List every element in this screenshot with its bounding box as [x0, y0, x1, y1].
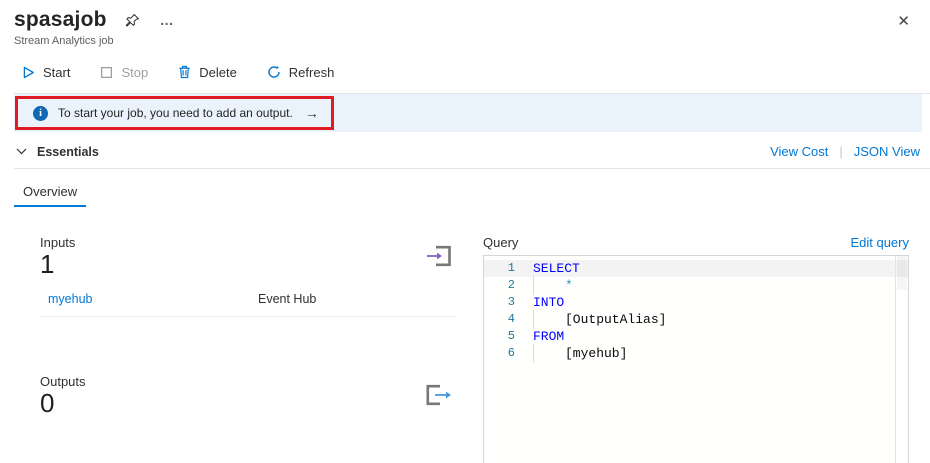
json-view-link[interactable]: JSON View — [854, 144, 920, 159]
page-title: spasajob — [14, 8, 107, 31]
refresh-icon — [267, 65, 281, 79]
essentials-toggle[interactable]: Essentials — [16, 145, 99, 159]
query-section: Query Edit query 1 SELECT 2 * 3 INTO 4 [… — [483, 235, 909, 463]
play-icon — [22, 66, 35, 79]
right-arrow-icon[interactable]: → — [305, 105, 319, 121]
outputs-label: Outputs — [40, 373, 86, 389]
line-number: 5 — [507, 329, 515, 343]
io-column: Inputs 1 myehub Event Hub Outputs 0 — [0, 235, 456, 463]
blade-header: spasajob … Stream Analytics job — [0, 0, 930, 47]
line-number: 4 — [507, 312, 515, 326]
command-bar: Start Stop Delete Refresh — [22, 60, 930, 84]
chevron-down-icon — [16, 148, 27, 155]
inputs-section: Inputs 1 myehub Event Hub — [40, 235, 456, 317]
input-row: myehub Event Hub — [40, 292, 456, 317]
outputs-section: Outputs 0 — [40, 374, 456, 419]
essentials-divider — [14, 168, 930, 169]
refresh-button[interactable]: Refresh — [267, 65, 334, 80]
overview-content: Inputs 1 myehub Event Hub Outputs 0 Quer… — [0, 235, 930, 463]
resource-type-subtitle: Stream Analytics job — [14, 35, 114, 47]
line-number: 6 — [507, 346, 515, 360]
delete-button[interactable]: Delete — [178, 65, 237, 80]
code-text: * — [525, 276, 573, 295]
annotation-highlight-box: i To start your job, you need to add an … — [15, 96, 334, 130]
code-line: 1 SELECT — [484, 260, 908, 277]
tab-bar: Overview — [14, 175, 930, 207]
query-code-editor: 1 SELECT 2 * 3 INTO 4 [OutputAlias] 5 FR… — [483, 255, 909, 463]
inputs-label: Inputs — [40, 235, 76, 250]
code-line: 4 [OutputAlias] — [484, 310, 908, 329]
outputs-icon — [426, 384, 452, 406]
editor-scrollbar[interactable] — [895, 256, 908, 463]
pin-icon[interactable] — [123, 11, 142, 30]
info-icon: i — [33, 105, 48, 121]
line-number: 3 — [507, 295, 515, 309]
stream-analytics-job-blade: spasajob … Stream Analytics job ✕ Start … — [0, 0, 930, 463]
code-text: [myehub] — [525, 344, 627, 363]
outputs-count: 0 — [40, 387, 55, 418]
stop-square-icon — [100, 66, 113, 79]
code-text: [OutputAlias] — [525, 310, 666, 329]
code-text: FROM — [533, 329, 565, 344]
input-type: Event Hub — [258, 291, 317, 306]
inputs-icon — [426, 245, 452, 267]
code-line: 5 FROM — [484, 328, 908, 345]
code-text: INTO — [533, 295, 565, 310]
start-button[interactable]: Start — [22, 65, 70, 80]
code-line: 6 [myehub] — [484, 344, 908, 363]
link-separator: | — [839, 144, 843, 159]
view-cost-link[interactable]: View Cost — [770, 144, 828, 159]
essentials-row: Essentials View Cost | JSON View — [16, 144, 920, 159]
banner-message: To start your job, you need to add an ou… — [58, 106, 293, 120]
notification-banner[interactable]: i To start your job, you need to add an … — [14, 94, 922, 132]
tab-overview[interactable]: Overview — [14, 175, 87, 207]
essentials-label: Essentials — [37, 144, 99, 159]
inputs-count: 1 — [40, 249, 55, 279]
scrollbar-thumb[interactable] — [897, 256, 907, 290]
query-label: Query — [483, 235, 519, 250]
line-number: 1 — [507, 261, 515, 275]
code-line: 3 INTO — [484, 294, 908, 311]
line-number: 2 — [507, 278, 515, 292]
edit-query-link[interactable]: Edit query — [850, 235, 909, 250]
more-options-icon[interactable]: … — [158, 13, 177, 27]
trash-icon — [178, 65, 191, 79]
code-line: 2 * — [484, 276, 908, 295]
stop-button[interactable]: Stop — [100, 65, 148, 80]
close-icon[interactable]: ✕ — [893, 10, 914, 32]
code-text: SELECT — [533, 261, 580, 276]
input-name-link[interactable]: myehub — [48, 292, 258, 306]
